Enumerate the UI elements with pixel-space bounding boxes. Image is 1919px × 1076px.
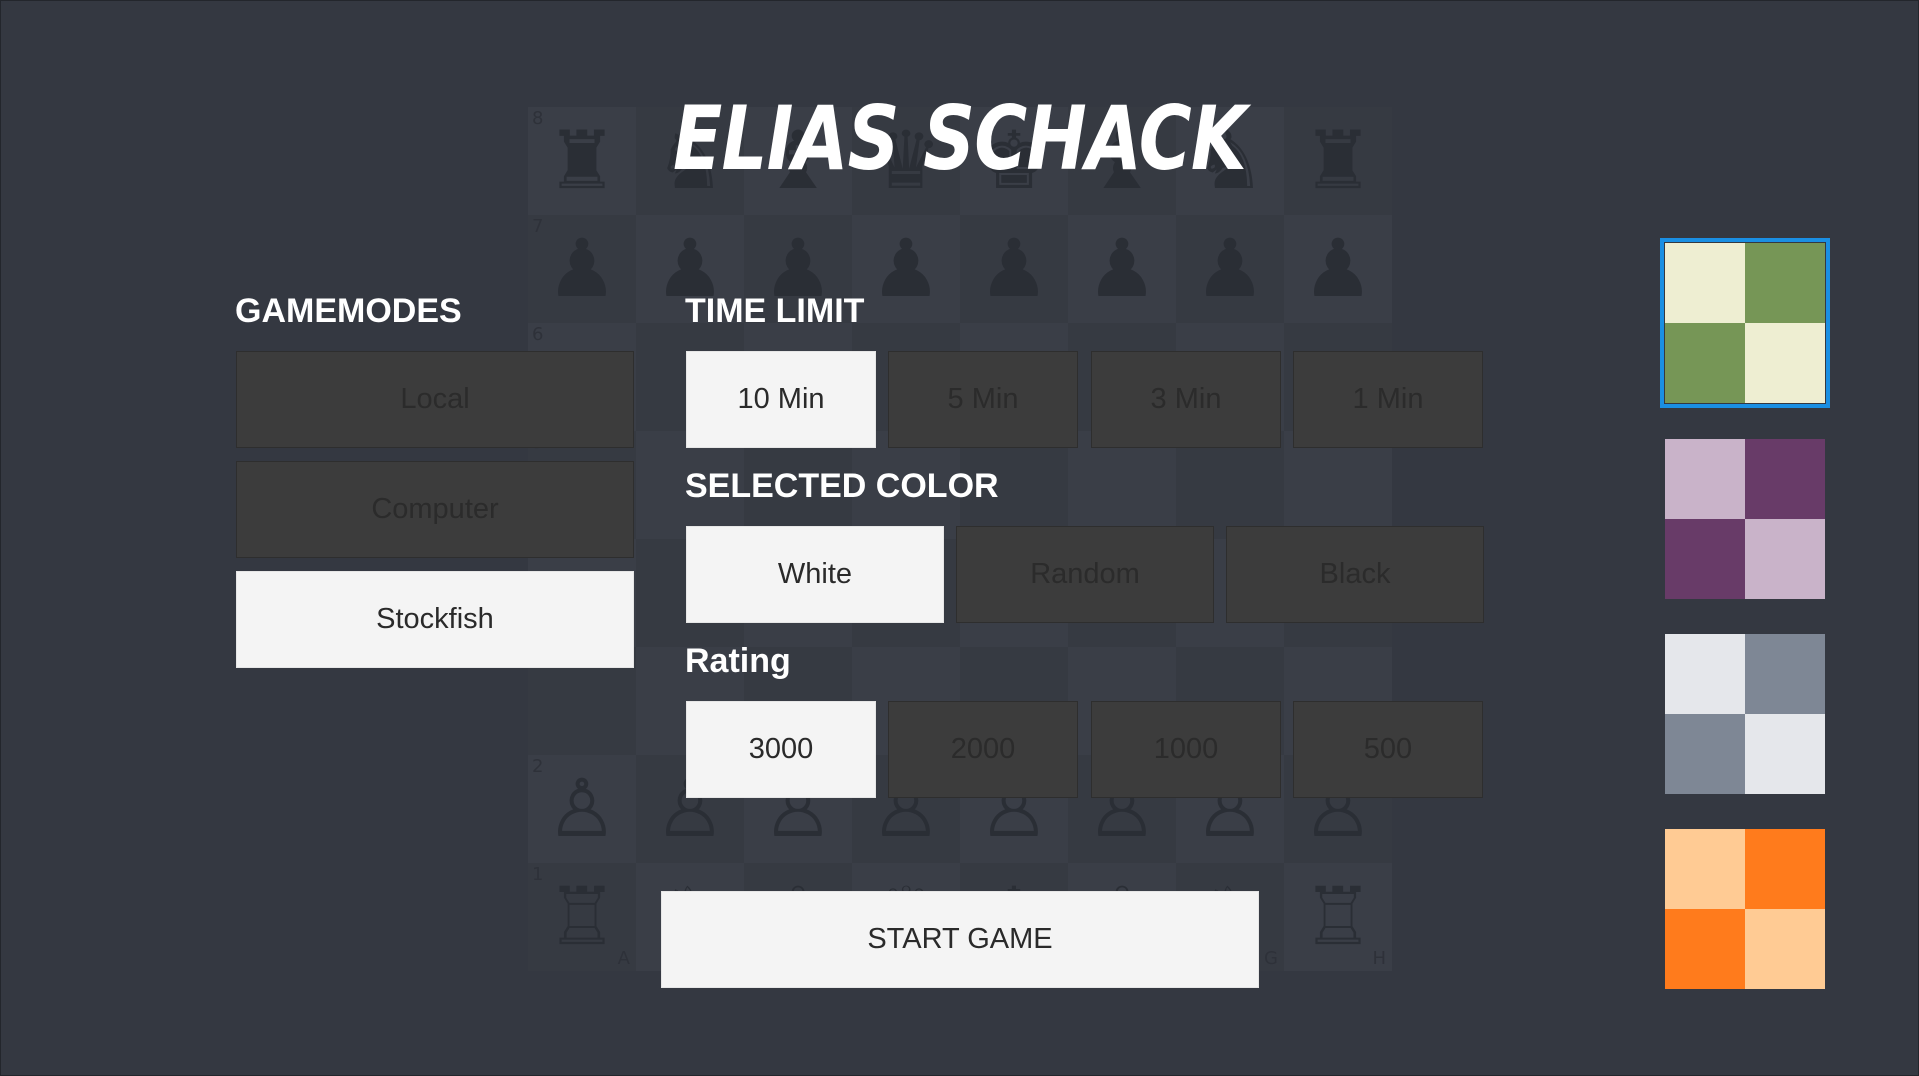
board-square: ♟: [1068, 215, 1176, 323]
purple-theme-swatch[interactable]: [1665, 439, 1825, 599]
rank-label: 6: [532, 324, 544, 345]
swatch-cell: [1665, 439, 1745, 519]
swatch-cell: [1745, 519, 1825, 599]
swatch-cell: [1665, 519, 1745, 599]
file-label: G: [1264, 948, 1278, 969]
rank-label: 1: [532, 864, 544, 885]
swatch-cell: [1745, 243, 1825, 323]
swatch-cell: [1745, 714, 1825, 794]
rating-1000-button[interactable]: 1000: [1091, 701, 1281, 798]
chess-piece-icon: ♟: [1302, 222, 1374, 315]
swatch-cell: [1745, 909, 1825, 989]
rating-500-button[interactable]: 500: [1293, 701, 1483, 798]
orange-theme-swatch[interactable]: [1665, 829, 1825, 989]
swatch-cell: [1745, 634, 1825, 714]
gamemode-local-button[interactable]: Local: [236, 351, 634, 448]
chess-piece-icon: ♖: [1302, 870, 1374, 963]
chess-piece-icon: ♙: [546, 762, 618, 855]
rating-3000-button[interactable]: 3000: [686, 701, 876, 798]
rank-label: 2: [532, 756, 544, 777]
chess-piece-icon: ♟: [1086, 222, 1158, 315]
chess-piece-icon: ♟: [546, 222, 618, 315]
time-1-min-button[interactable]: 1 Min: [1293, 351, 1483, 448]
board-square: ♖ 1 A: [528, 863, 636, 971]
time-10-min-button[interactable]: 10 Min: [686, 351, 876, 448]
rank-label: 7: [532, 216, 544, 237]
swatch-cell: [1665, 634, 1745, 714]
green-theme-swatch[interactable]: [1660, 238, 1830, 408]
board-square: ♟: [852, 215, 960, 323]
selected-color-heading: SELECTED COLOR: [685, 467, 999, 505]
swatch-cell: [1745, 323, 1825, 403]
time-3-min-button[interactable]: 3 Min: [1091, 351, 1281, 448]
board-square: ♙ 2: [528, 755, 636, 863]
start-game-button[interactable]: START GAME: [661, 891, 1259, 988]
gray-theme-swatch[interactable]: [1665, 634, 1825, 794]
time-5-min-button[interactable]: 5 Min: [888, 351, 1078, 448]
board-square: ♟: [960, 215, 1068, 323]
board-square: ♖ H: [1284, 863, 1392, 971]
swatch-cell: [1665, 243, 1745, 323]
chess-piece-icon: ♟: [978, 222, 1050, 315]
file-label: A: [617, 948, 630, 969]
gamemodes-heading: GAMEMODES: [235, 292, 462, 330]
color-white-button[interactable]: White: [686, 526, 944, 623]
time-limit-heading: TIME LIMIT: [685, 292, 865, 330]
board-square: ♟: [1176, 215, 1284, 323]
color-random-button[interactable]: Random: [956, 526, 1214, 623]
swatch-cell: [1745, 829, 1825, 909]
swatch-cell: [1665, 323, 1745, 403]
chess-piece-icon: ♖: [546, 870, 618, 963]
chess-piece-icon: ♟: [1194, 222, 1266, 315]
swatch-cell: [1665, 909, 1745, 989]
swatch-cell: [1745, 439, 1825, 519]
board-square: ♟: [1284, 215, 1392, 323]
swatch-cell: [1665, 829, 1745, 909]
board-square: ♟ 7: [528, 215, 636, 323]
swatch-cell: [1665, 714, 1745, 794]
chess-piece-icon: ♟: [870, 222, 942, 315]
file-label: H: [1372, 948, 1386, 969]
color-black-button[interactable]: Black: [1226, 526, 1484, 623]
rating-2000-button[interactable]: 2000: [888, 701, 1078, 798]
gamemode-stockfish-button[interactable]: Stockfish: [236, 571, 634, 668]
gamemode-computer-button[interactable]: Computer: [236, 461, 634, 558]
rating-heading: Rating: [685, 642, 791, 680]
game-title: ELIAS SCHACK: [672, 87, 1247, 190]
